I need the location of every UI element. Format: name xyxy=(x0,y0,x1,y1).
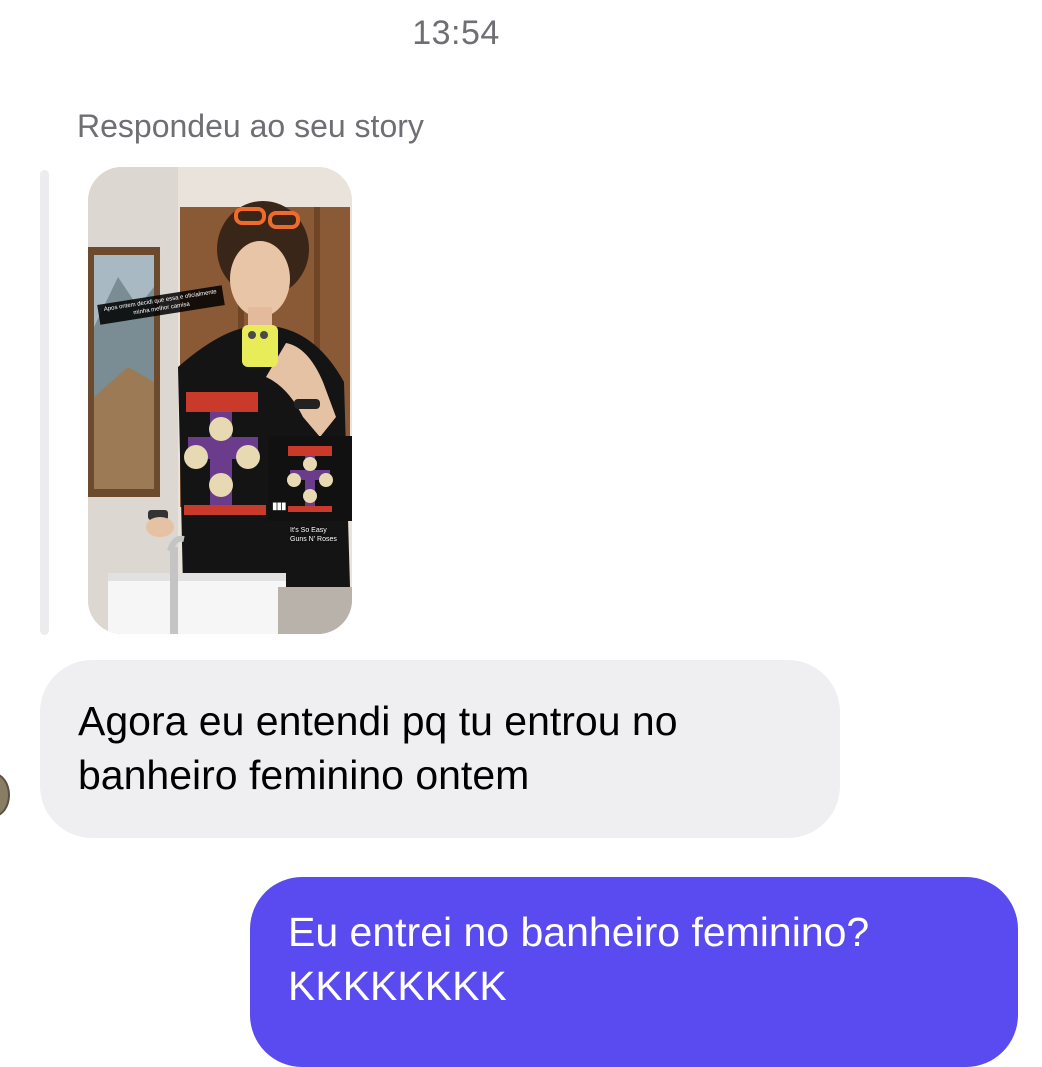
sent-message-bubble[interactable]: Eu entrei no banheiro feminino? KKKKKKKK xyxy=(250,877,1018,1067)
audio-wave-icon: ▮▮▮ xyxy=(272,501,286,512)
sender-avatar[interactable] xyxy=(0,773,10,817)
message-text-line: Eu entrei no banheiro feminino? xyxy=(288,909,870,955)
received-message-bubble[interactable]: Agora eu entendi pq tu entrou no banheir… xyxy=(40,660,840,838)
story-reply-label: Respondeu ao seu story xyxy=(77,108,424,144)
music-song-title: It's So Easy xyxy=(290,527,327,534)
message-text-line: Agora eu entendi pq tu entrou no xyxy=(78,698,678,744)
message-timestamp: 13:54 xyxy=(412,14,500,52)
story-preview-thumbnail[interactable]: Apos ontem decidi que essa e oficialment… xyxy=(88,167,352,634)
music-artist-name: Guns N' Roses xyxy=(290,536,337,543)
story-photo xyxy=(88,167,352,634)
message-text-line: KKKKKKKK xyxy=(288,963,507,1009)
reply-context-bar xyxy=(40,170,49,635)
message-text-line: banheiro feminino ontem xyxy=(78,752,530,798)
